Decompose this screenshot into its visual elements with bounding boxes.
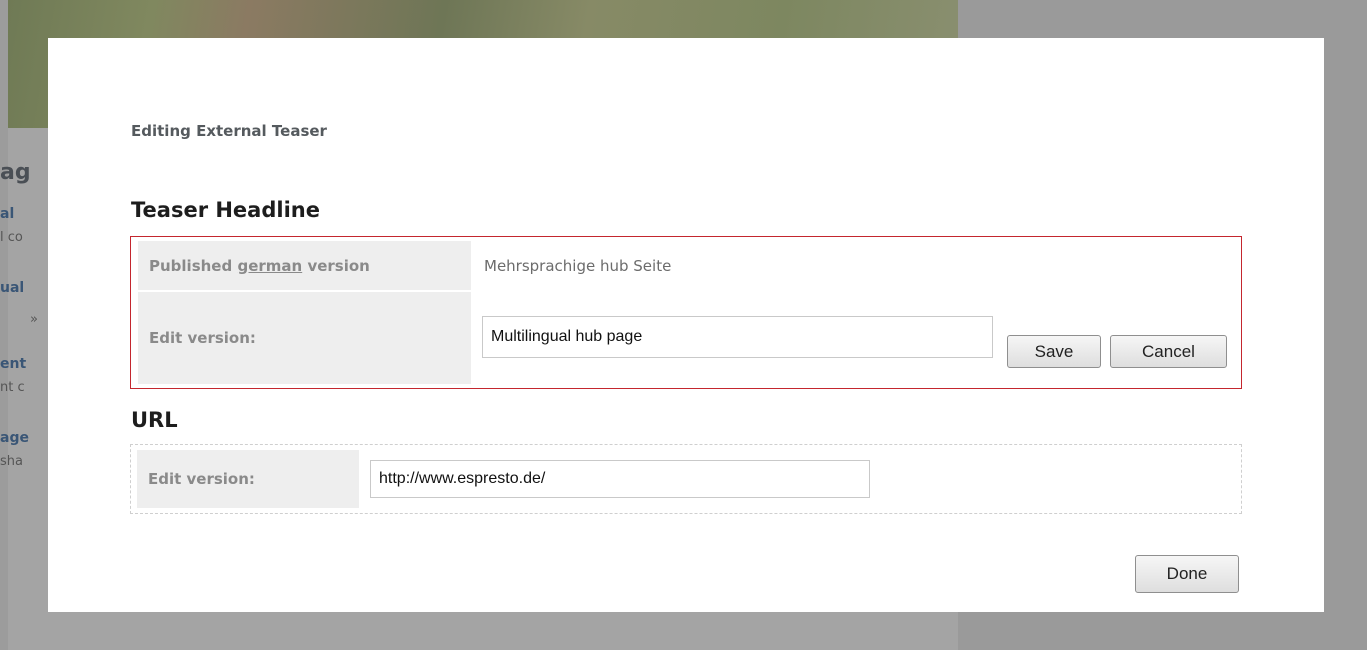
edit-version-label: Edit version:	[138, 292, 471, 384]
background-text: l co	[0, 230, 23, 245]
url-section-title: URL	[131, 408, 178, 432]
background-text: nt c	[0, 380, 25, 395]
published-version-value: Mehrsprachige hub Seite	[484, 256, 672, 275]
dialog-title: Editing External Teaser	[131, 122, 327, 140]
headline-edit-input[interactable]: Multilingual hub page	[482, 316, 993, 358]
published-version-row: Published german version Mehrsprachige h…	[138, 241, 1234, 290]
edit-version-row: Edit version: Multilingual hub page Save…	[138, 292, 1234, 384]
url-edit-input[interactable]: http://www.espresto.de/	[370, 460, 870, 498]
url-box[interactable]: Edit version: http://www.espresto.de/	[130, 444, 1242, 514]
cancel-button[interactable]: Cancel	[1110, 335, 1227, 368]
done-button[interactable]: Done	[1135, 555, 1239, 593]
background-heading: ag	[0, 160, 31, 185]
published-label-suffix: version	[307, 256, 370, 275]
save-button[interactable]: Save	[1007, 335, 1101, 368]
background-text: sha	[0, 454, 23, 469]
teaser-headline-title: Teaser Headline	[131, 198, 320, 222]
teaser-headline-box: Published german version Mehrsprachige h…	[130, 236, 1242, 389]
background-link: age	[0, 430, 29, 446]
published-label-prefix: Published	[149, 256, 233, 275]
published-version-label: Published german version	[138, 241, 471, 290]
german-language-link[interactable]: german	[237, 257, 302, 275]
background-link: ual	[0, 280, 25, 296]
url-edit-label: Edit version:	[137, 450, 359, 508]
edit-teaser-dialog: Editing External Teaser Teaser Headline …	[48, 38, 1324, 612]
background-link: al	[0, 206, 15, 222]
background-link: ent	[0, 356, 27, 372]
